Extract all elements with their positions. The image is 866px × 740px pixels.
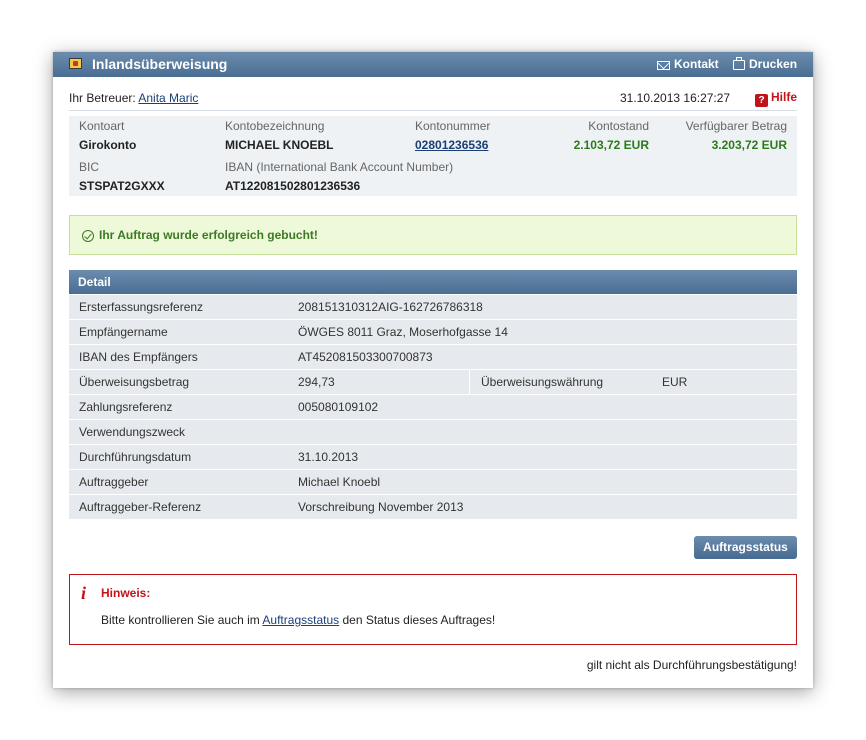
transfer-app-icon <box>69 58 82 69</box>
help-label: Hilfe <box>771 90 798 104</box>
contact-link[interactable]: Kontakt <box>657 57 719 71</box>
bic-value: STSPAT2GXXX <box>79 179 165 193</box>
row-value: 208151310312AIG-162726786318 <box>298 300 483 314</box>
row-key: Auftraggeber <box>79 475 149 489</box>
print-label: Drucken <box>749 57 798 71</box>
iban-label: IBAN (International Bank Account Number) <box>225 160 454 174</box>
detail-section-header: Detail <box>69 270 797 294</box>
row-value-2: EUR <box>662 375 688 389</box>
bic-label: BIC <box>79 160 100 174</box>
success-message: Ihr Auftrag wurde erfolgreich gebucht! <box>99 228 318 242</box>
row-key: Überweisungsbetrag <box>79 375 190 389</box>
row-key-2: Überweisungswährung <box>481 375 604 389</box>
row-key: Auftraggeber-Referenz <box>79 500 202 514</box>
iban-value: AT122081502801236536 <box>225 179 361 193</box>
verfuegbar-label: Verfügbarer Betrag <box>685 119 787 133</box>
table-row: Überweisungsbetrag 294,73 Überweisungswä… <box>69 370 797 395</box>
notice-text-before: Bitte kontrollieren Sie auch im <box>101 613 263 627</box>
row-key: IBAN des Empfängers <box>79 350 198 364</box>
advisor-prefix: Ihr Betreuer: <box>69 91 136 105</box>
divider <box>69 110 797 111</box>
detail-table: Ersterfassungsreferenz 208151310312AIG-1… <box>69 295 797 520</box>
info-icon: i <box>81 583 87 603</box>
table-row: Ersterfassungsreferenz 208151310312AIG-1… <box>69 295 797 320</box>
footer-note: gilt nicht als Durchführungsbestätigung! <box>586 658 797 672</box>
advisor-link[interactable]: Anita Maric <box>138 91 198 105</box>
auftragsstatus-link[interactable]: Auftragsstatus <box>262 613 339 627</box>
row-value: 31.10.2013 <box>298 450 359 464</box>
kontostand-value: 2.103,72 EUR <box>573 138 649 152</box>
check-circle-icon <box>82 230 94 242</box>
row-value: ÖWGES 8011 Graz, Moserhofgasse 14 <box>298 325 508 339</box>
row-key: Durchführungsdatum <box>79 450 192 464</box>
row-value: Vorschreibung November 2013 <box>298 500 464 514</box>
help-link[interactable]: ? Hilfe <box>755 90 797 107</box>
help-icon: ? <box>755 94 768 107</box>
bezeichnung-label: Kontobezeichnung <box>225 119 325 133</box>
table-row: Auftraggeber Michael Knoebl <box>69 470 797 495</box>
account-summary: Kontoart Girokonto Kontobezeichnung MICH… <box>69 116 797 196</box>
table-row: Empfängername ÖWGES 8011 Graz, Moserhofg… <box>69 320 797 345</box>
detail-heading: Detail <box>78 275 111 289</box>
table-row: IBAN des Empfängers AT452081503300700873 <box>69 345 797 370</box>
table-row: Verwendungszweck <box>69 420 797 445</box>
print-link[interactable]: Drucken <box>733 57 797 71</box>
row-value: 005080109102 <box>298 400 379 414</box>
notice-title: Hinweis: <box>101 586 151 600</box>
column-divider <box>469 370 470 394</box>
kontoart-value: Girokonto <box>79 138 137 152</box>
bezeichnung-value: MICHAEL KNOEBL <box>225 138 334 152</box>
page-title: Inlandsüberweisung <box>92 56 228 72</box>
success-message-box: Ihr Auftrag wurde erfolgreich gebucht! <box>69 215 797 255</box>
table-row: Auftraggeber-Referenz Vorschreibung Nove… <box>69 495 797 520</box>
row-value: 294,73 <box>298 375 335 389</box>
table-row: Durchführungsdatum 31.10.2013 <box>69 445 797 470</box>
notice-text: Bitte kontrollieren Sie auch im Auftrags… <box>101 613 495 627</box>
kontoart-label: Kontoart <box>79 119 125 133</box>
row-key: Empfängername <box>79 325 168 339</box>
title-bar: Inlandsüberweisung Kontakt Drucken <box>53 52 813 77</box>
row-key: Zahlungsreferenz <box>79 400 173 414</box>
kontonummer-label: Kontonummer <box>415 119 491 133</box>
envelope-icon <box>657 61 670 70</box>
timestamp: 31.10.2013 16:27:27 <box>620 91 731 105</box>
row-value: Michael Knoebl <box>298 475 381 489</box>
kontonummer-link[interactable]: 02801236536 <box>415 138 488 152</box>
table-row: Zahlungsreferenz 005080109102 <box>69 395 797 420</box>
printer-icon <box>733 57 745 70</box>
verfuegbar-value: 3.203,72 EUR <box>711 138 787 152</box>
advisor-info: Ihr Betreuer: Anita Maric <box>69 91 198 105</box>
row-value: AT452081503300700873 <box>298 350 433 364</box>
row-key: Verwendungszweck <box>79 425 186 439</box>
notice-text-after: den Status dieses Auftrages! <box>339 613 496 627</box>
notice-box: i Hinweis: Bitte kontrollieren Sie auch … <box>69 574 797 645</box>
kontostand-label: Kontostand <box>588 119 649 133</box>
contact-label: Kontakt <box>674 57 719 71</box>
transfer-confirmation-window: Inlandsüberweisung Kontakt Drucken Ihr B… <box>53 52 813 688</box>
auftragsstatus-button[interactable]: Auftragsstatus <box>694 536 797 559</box>
row-key: Ersterfassungsreferenz <box>79 300 204 314</box>
